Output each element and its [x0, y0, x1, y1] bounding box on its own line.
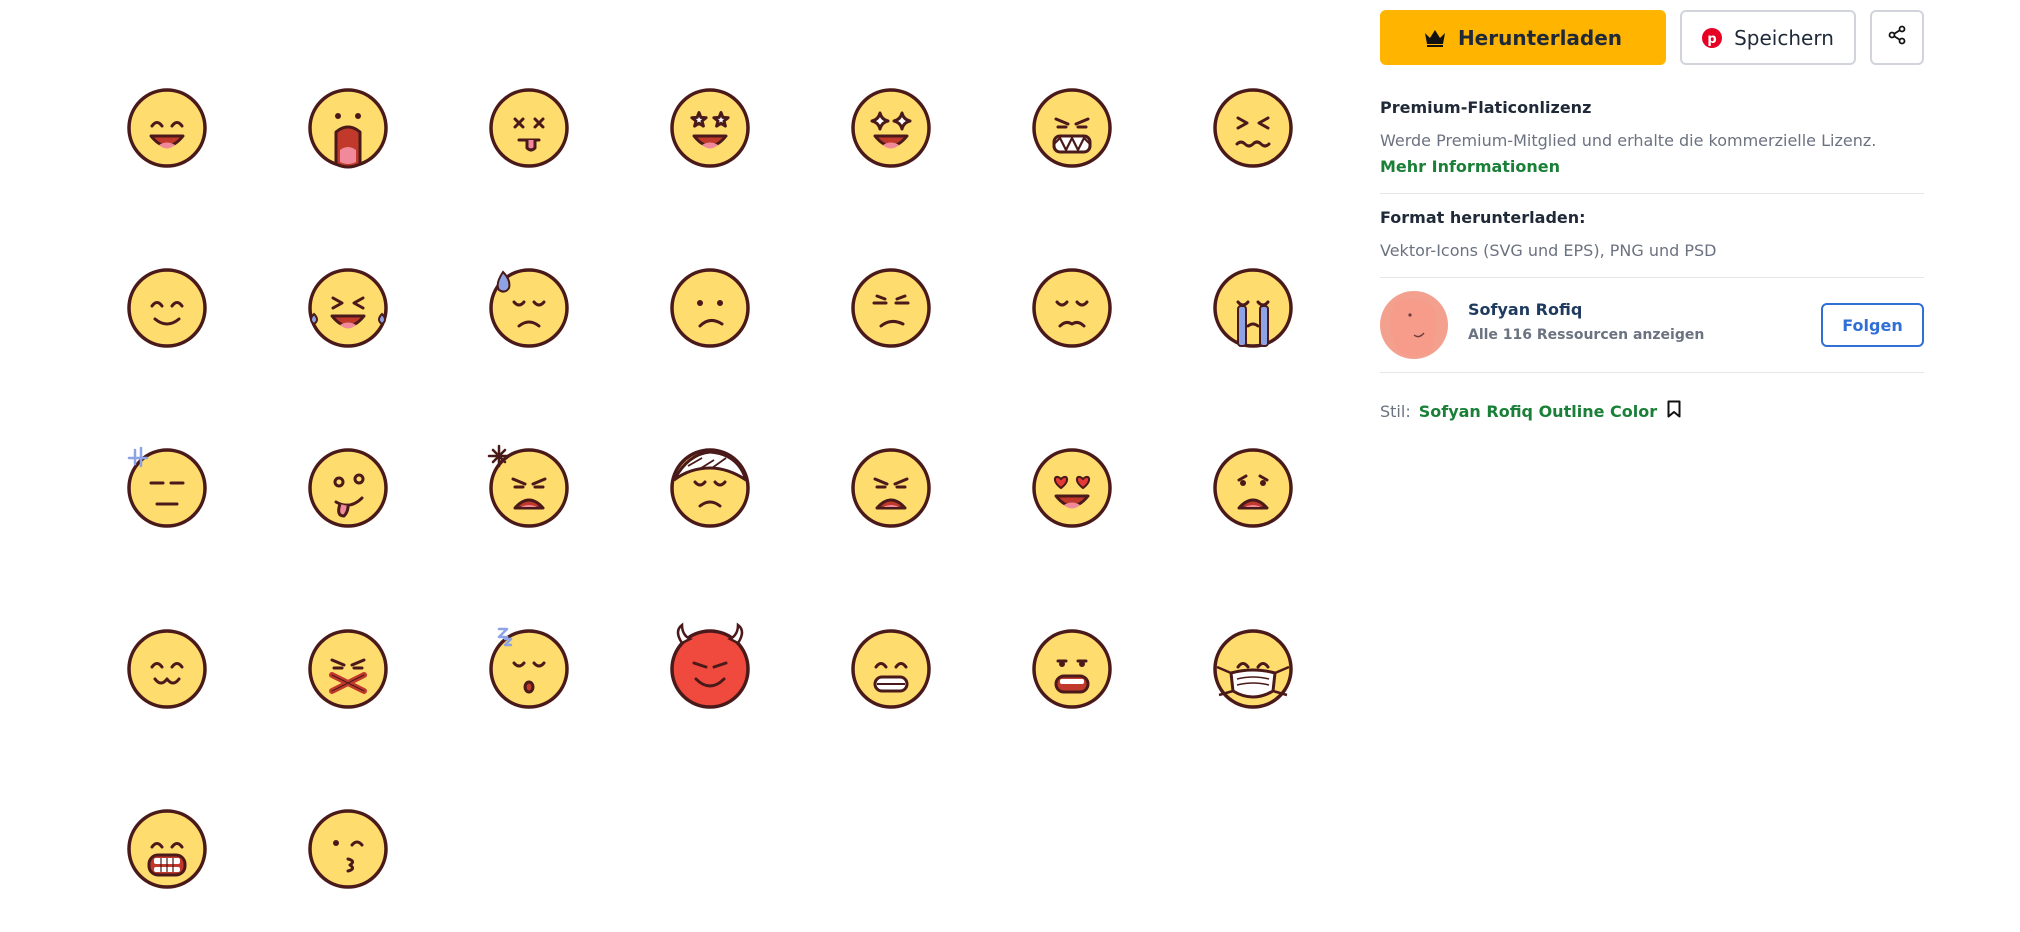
divider — [1380, 193, 1924, 194]
share-icon — [1887, 25, 1907, 50]
more-info-link[interactable]: Mehr Informationen — [1380, 157, 1560, 176]
screaming-face-icon[interactable] — [306, 86, 390, 170]
star-struck-face-icon[interactable] — [668, 86, 752, 170]
grinning-face-icon[interactable] — [125, 86, 209, 170]
svg-text:p: p — [1707, 32, 1716, 47]
share-button[interactable] — [1870, 10, 1924, 65]
bandaged-face-icon[interactable] — [668, 446, 752, 530]
save-label: Speichern — [1734, 25, 1834, 50]
license-title: Premium-Flaticonlizenz — [1380, 98, 1592, 117]
dizzy-face-tongue-icon[interactable] — [487, 86, 571, 170]
author-resources-link[interactable]: Alle 116 Ressourcen anzeigen — [1468, 327, 1704, 343]
annoyed-shouting-face-icon[interactable] — [487, 444, 571, 530]
license-description: Werde Premium-Mitglied und erhalte die k… — [1380, 131, 1877, 150]
emoji-icon-grid — [0, 0, 1360, 932]
expressionless-face-icon[interactable] — [125, 446, 209, 530]
sealed-mouth-face-icon[interactable] — [306, 627, 390, 711]
shouting-teeth-face-icon[interactable] — [125, 807, 209, 891]
crying-face-icon[interactable] — [1211, 266, 1295, 350]
crown-icon — [1424, 29, 1446, 47]
format-text: Vektor-Icons (SVG und EPS), PNG und PSD — [1380, 241, 1717, 260]
cat-smile-face-icon[interactable] — [125, 627, 209, 711]
divider — [1380, 372, 1924, 373]
style-link[interactable]: Sofyan Rofiq Outline Color — [1419, 402, 1657, 421]
avatar[interactable] — [1380, 291, 1448, 359]
detail-panel: Herunterladen p Speichern Premium-Flatic… — [1380, 0, 1924, 932]
divider — [1380, 277, 1924, 278]
download-label: Herunterladen — [1457, 25, 1623, 50]
follow-button[interactable]: Folgen — [1821, 303, 1924, 347]
style-label: Stil: — [1380, 401, 1411, 421]
license-text: Werde Premium-Mitglied und erhalte die k… — [1380, 128, 1924, 180]
anguished-face-icon[interactable] — [1211, 446, 1295, 530]
sleeping-face-icon[interactable] — [487, 627, 571, 711]
pinterest-icon: p — [1702, 27, 1723, 48]
heart-eyes-face-icon[interactable] — [1030, 446, 1114, 530]
frowning-open-mouth-face-icon[interactable] — [849, 446, 933, 530]
angry-grimace-face-icon[interactable] — [1030, 86, 1114, 170]
goofy-tongue-face-icon[interactable] — [306, 446, 390, 530]
download-button[interactable]: Herunterladen — [1380, 10, 1666, 65]
grimacing-face-icon[interactable] — [849, 627, 933, 711]
grinning-teeth-face-icon[interactable] — [1030, 627, 1114, 711]
style-row: Stil: Sofyan Rofiq Outline Color — [1380, 400, 1681, 422]
confused-face-icon[interactable] — [668, 266, 752, 350]
confounded-face-icon[interactable] — [1211, 86, 1295, 170]
format-title: Format herunterladen: — [1380, 208, 1586, 227]
unamused-face-icon[interactable] — [849, 266, 933, 350]
tears-of-joy-face-icon[interactable] — [306, 266, 390, 350]
pensive-face-icon[interactable] — [1030, 266, 1114, 350]
sweat-sad-face-icon[interactable] — [487, 266, 571, 350]
author-name[interactable]: Sofyan Rofiq — [1468, 300, 1582, 319]
face-mask-icon[interactable] — [1211, 627, 1295, 711]
bookmark-icon[interactable] — [1667, 400, 1681, 422]
devil-face-icon[interactable] — [668, 622, 752, 711]
save-button[interactable]: p Speichern — [1680, 10, 1856, 65]
smiling-face-icon[interactable] — [125, 266, 209, 350]
kissing-face-icon[interactable] — [306, 807, 390, 891]
sparkle-eyes-face-icon[interactable] — [849, 86, 933, 170]
